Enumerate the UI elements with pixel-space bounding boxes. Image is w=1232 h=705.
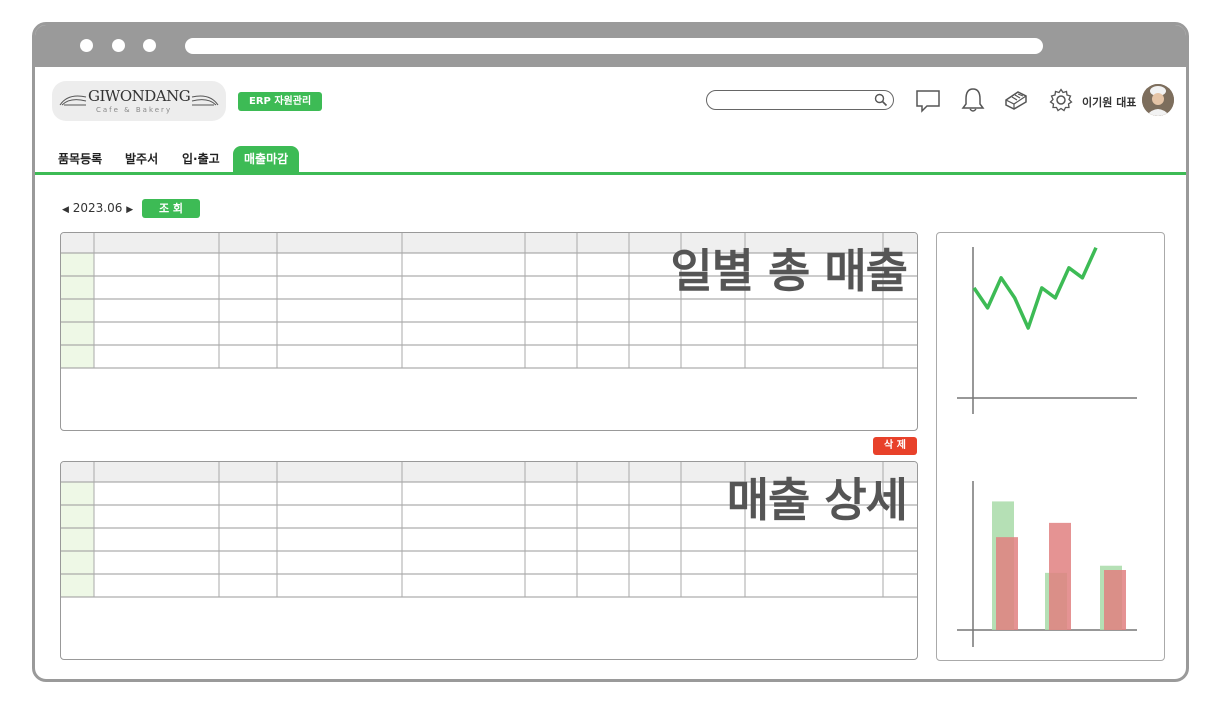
tab-purchase-order[interactable]: 발주서 xyxy=(125,150,158,167)
daily-sales-title: 일별 총 매출 xyxy=(670,244,908,298)
delete-button[interactable]: 삭 제 xyxy=(873,437,917,455)
grid-row-header xyxy=(61,482,94,597)
tab-inventory[interactable]: 입·출고 xyxy=(182,150,220,167)
message-icon[interactable] xyxy=(915,89,941,113)
browser-window: GIWONDANG Cafe & Bakery ERP 자원관리 이기원 대표 xyxy=(32,22,1189,682)
main-tabs: 품목등록 발주서 입·출고 매출마감 xyxy=(35,146,1186,175)
sales-detail-grid: 매출 상세 xyxy=(60,461,918,660)
bar xyxy=(1049,522,1071,630)
bell-icon[interactable] xyxy=(961,87,985,113)
avatar[interactable] xyxy=(1142,84,1174,116)
erp-badge: ERP 자원관리 xyxy=(238,92,323,111)
search-icon xyxy=(874,93,888,107)
gear-icon[interactable] xyxy=(1049,88,1073,112)
bar xyxy=(996,537,1018,630)
wing-right-icon xyxy=(191,95,219,106)
period-value: 2023.06 xyxy=(72,201,123,215)
chef-avatar-icon xyxy=(1142,84,1174,116)
sales-detail-title: 매출 상세 xyxy=(726,473,908,527)
period-selector: ◀ 2023.06 ▶ xyxy=(62,201,133,215)
logo-text: GIWONDANG xyxy=(88,87,191,105)
bar xyxy=(1104,570,1126,630)
title-bar xyxy=(35,25,1186,67)
search-input[interactable] xyxy=(706,90,894,110)
line-series xyxy=(972,246,1098,330)
address-bar[interactable] xyxy=(185,38,1043,54)
daily-sales-grid: 일별 총 매출 xyxy=(60,232,918,431)
next-month-icon[interactable]: ▶ xyxy=(126,205,133,215)
logo-subtitle: Cafe & Bakery xyxy=(96,106,173,114)
bread-icon[interactable] xyxy=(1003,88,1029,112)
brand-logo[interactable]: GIWONDANG Cafe & Bakery xyxy=(52,81,226,121)
window-dot[interactable] xyxy=(143,39,156,52)
tab-sales-closing[interactable]: 매출마감 xyxy=(233,146,300,172)
grid-row-header xyxy=(61,253,94,368)
user-name[interactable]: 이기원 대표 xyxy=(1082,94,1136,110)
chart-panel xyxy=(936,232,1165,661)
wing-left-icon xyxy=(59,95,87,106)
window-dot[interactable] xyxy=(112,39,125,52)
tab-item-registration[interactable]: 품목등록 xyxy=(58,150,102,167)
prev-month-icon[interactable]: ◀ xyxy=(62,205,69,215)
window-dot[interactable] xyxy=(80,39,93,52)
query-button[interactable]: 조 회 xyxy=(142,199,200,218)
charts-svg xyxy=(957,246,1137,647)
